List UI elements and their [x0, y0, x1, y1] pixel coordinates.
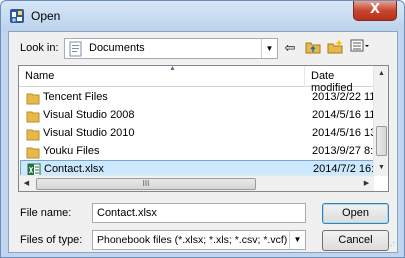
app-icon [10, 9, 24, 23]
file-type-label: Files of type: [20, 234, 83, 246]
resize-grip-icon[interactable]: ⋰ [387, 241, 395, 250]
open-dialog: Open X Look in: Documents ▼ ⇦ Name ▲ Dat… [0, 0, 405, 258]
chevron-down-icon[interactable]: ▼ [289, 231, 305, 249]
look-in-value: Documents [89, 42, 145, 54]
file-list[interactable]: Name ▲ Date modified Tencent Files 2013/… [18, 65, 389, 192]
scroll-down-icon[interactable]: ▼ [374, 160, 388, 176]
file-name-label: File name: [20, 207, 72, 219]
file-type-combobox[interactable]: Phonebook files (*.xlsx; *.xls; *.csv; *… [92, 230, 306, 250]
chevron-down-icon[interactable]: ▼ [261, 39, 277, 58]
scroll-thumb[interactable] [376, 126, 387, 156]
title-bar[interactable]: Open X [1, 1, 404, 31]
list-item[interactable]: Visual Studio 2008 2014/5/16 11:31 [20, 107, 374, 125]
scroll-right-icon[interactable]: ▶ [359, 176, 374, 191]
sort-ascending-icon: ▲ [169, 65, 176, 72]
list-item[interactable]: Visual Studio 2010 2014/5/16 13:46 [20, 125, 374, 143]
file-date: 2014/5/16 11:31 [312, 109, 374, 121]
scroll-left-icon[interactable]: ◀ [19, 176, 34, 191]
views-menu-icon[interactable] [348, 39, 372, 57]
list-item[interactable]: Tencent Files 2013/2/22 11:02 [20, 89, 374, 107]
dialog-body: Look in: Documents ▼ ⇦ Name ▲ Date modif… [8, 31, 398, 253]
column-divider[interactable] [304, 66, 305, 87]
scroll-up-icon[interactable]: ▲ [374, 66, 388, 82]
file-name-input[interactable]: Contact.xlsx [92, 203, 306, 223]
file-name: Visual Studio 2010 [43, 127, 135, 139]
window-title: Open [31, 9, 61, 23]
file-date: 2014/5/16 13:46 [312, 127, 374, 139]
file-date: 2013/2/22 11:02 [312, 91, 374, 103]
scroll-thumb[interactable]: III [36, 178, 256, 190]
vertical-scrollbar[interactable]: ▲ ▼ [373, 66, 388, 176]
list-header: Name ▲ Date modified [19, 65, 374, 94]
documents-folder-icon [69, 41, 82, 57]
back-arrow-icon[interactable]: ⇦ [280, 39, 300, 57]
file-date: 2013/9/27 8:18 [312, 145, 374, 157]
file-name: Contact.xlsx [44, 163, 104, 175]
folder-icon [26, 147, 40, 159]
up-folder-icon[interactable] [303, 39, 323, 57]
file-name: Visual Studio 2008 [43, 109, 135, 121]
file-name: Tencent Files [43, 91, 108, 103]
file-type-value: Phonebook files (*.xlsx; *.xls; *.csv; *… [97, 234, 288, 246]
file-name: Youku Files [43, 145, 100, 157]
close-button[interactable]: X [353, 1, 397, 21]
folder-icon [26, 111, 40, 123]
open-button[interactable]: Open [322, 203, 389, 224]
horizontal-scrollbar[interactable]: ◀ III ▶ [19, 175, 374, 191]
new-folder-icon[interactable] [325, 39, 345, 57]
list-item[interactable]: Youku Files 2013/9/27 8:18 [20, 143, 374, 161]
look-in-label: Look in: [20, 42, 59, 54]
file-date: 2014/7/2 16:24 [313, 163, 375, 175]
look-in-combobox[interactable]: Documents ▼ [64, 38, 278, 59]
cancel-button[interactable]: Cancel [322, 230, 389, 251]
folder-icon [26, 129, 40, 141]
column-header-name[interactable]: Name [25, 70, 54, 82]
folder-icon [26, 93, 40, 105]
